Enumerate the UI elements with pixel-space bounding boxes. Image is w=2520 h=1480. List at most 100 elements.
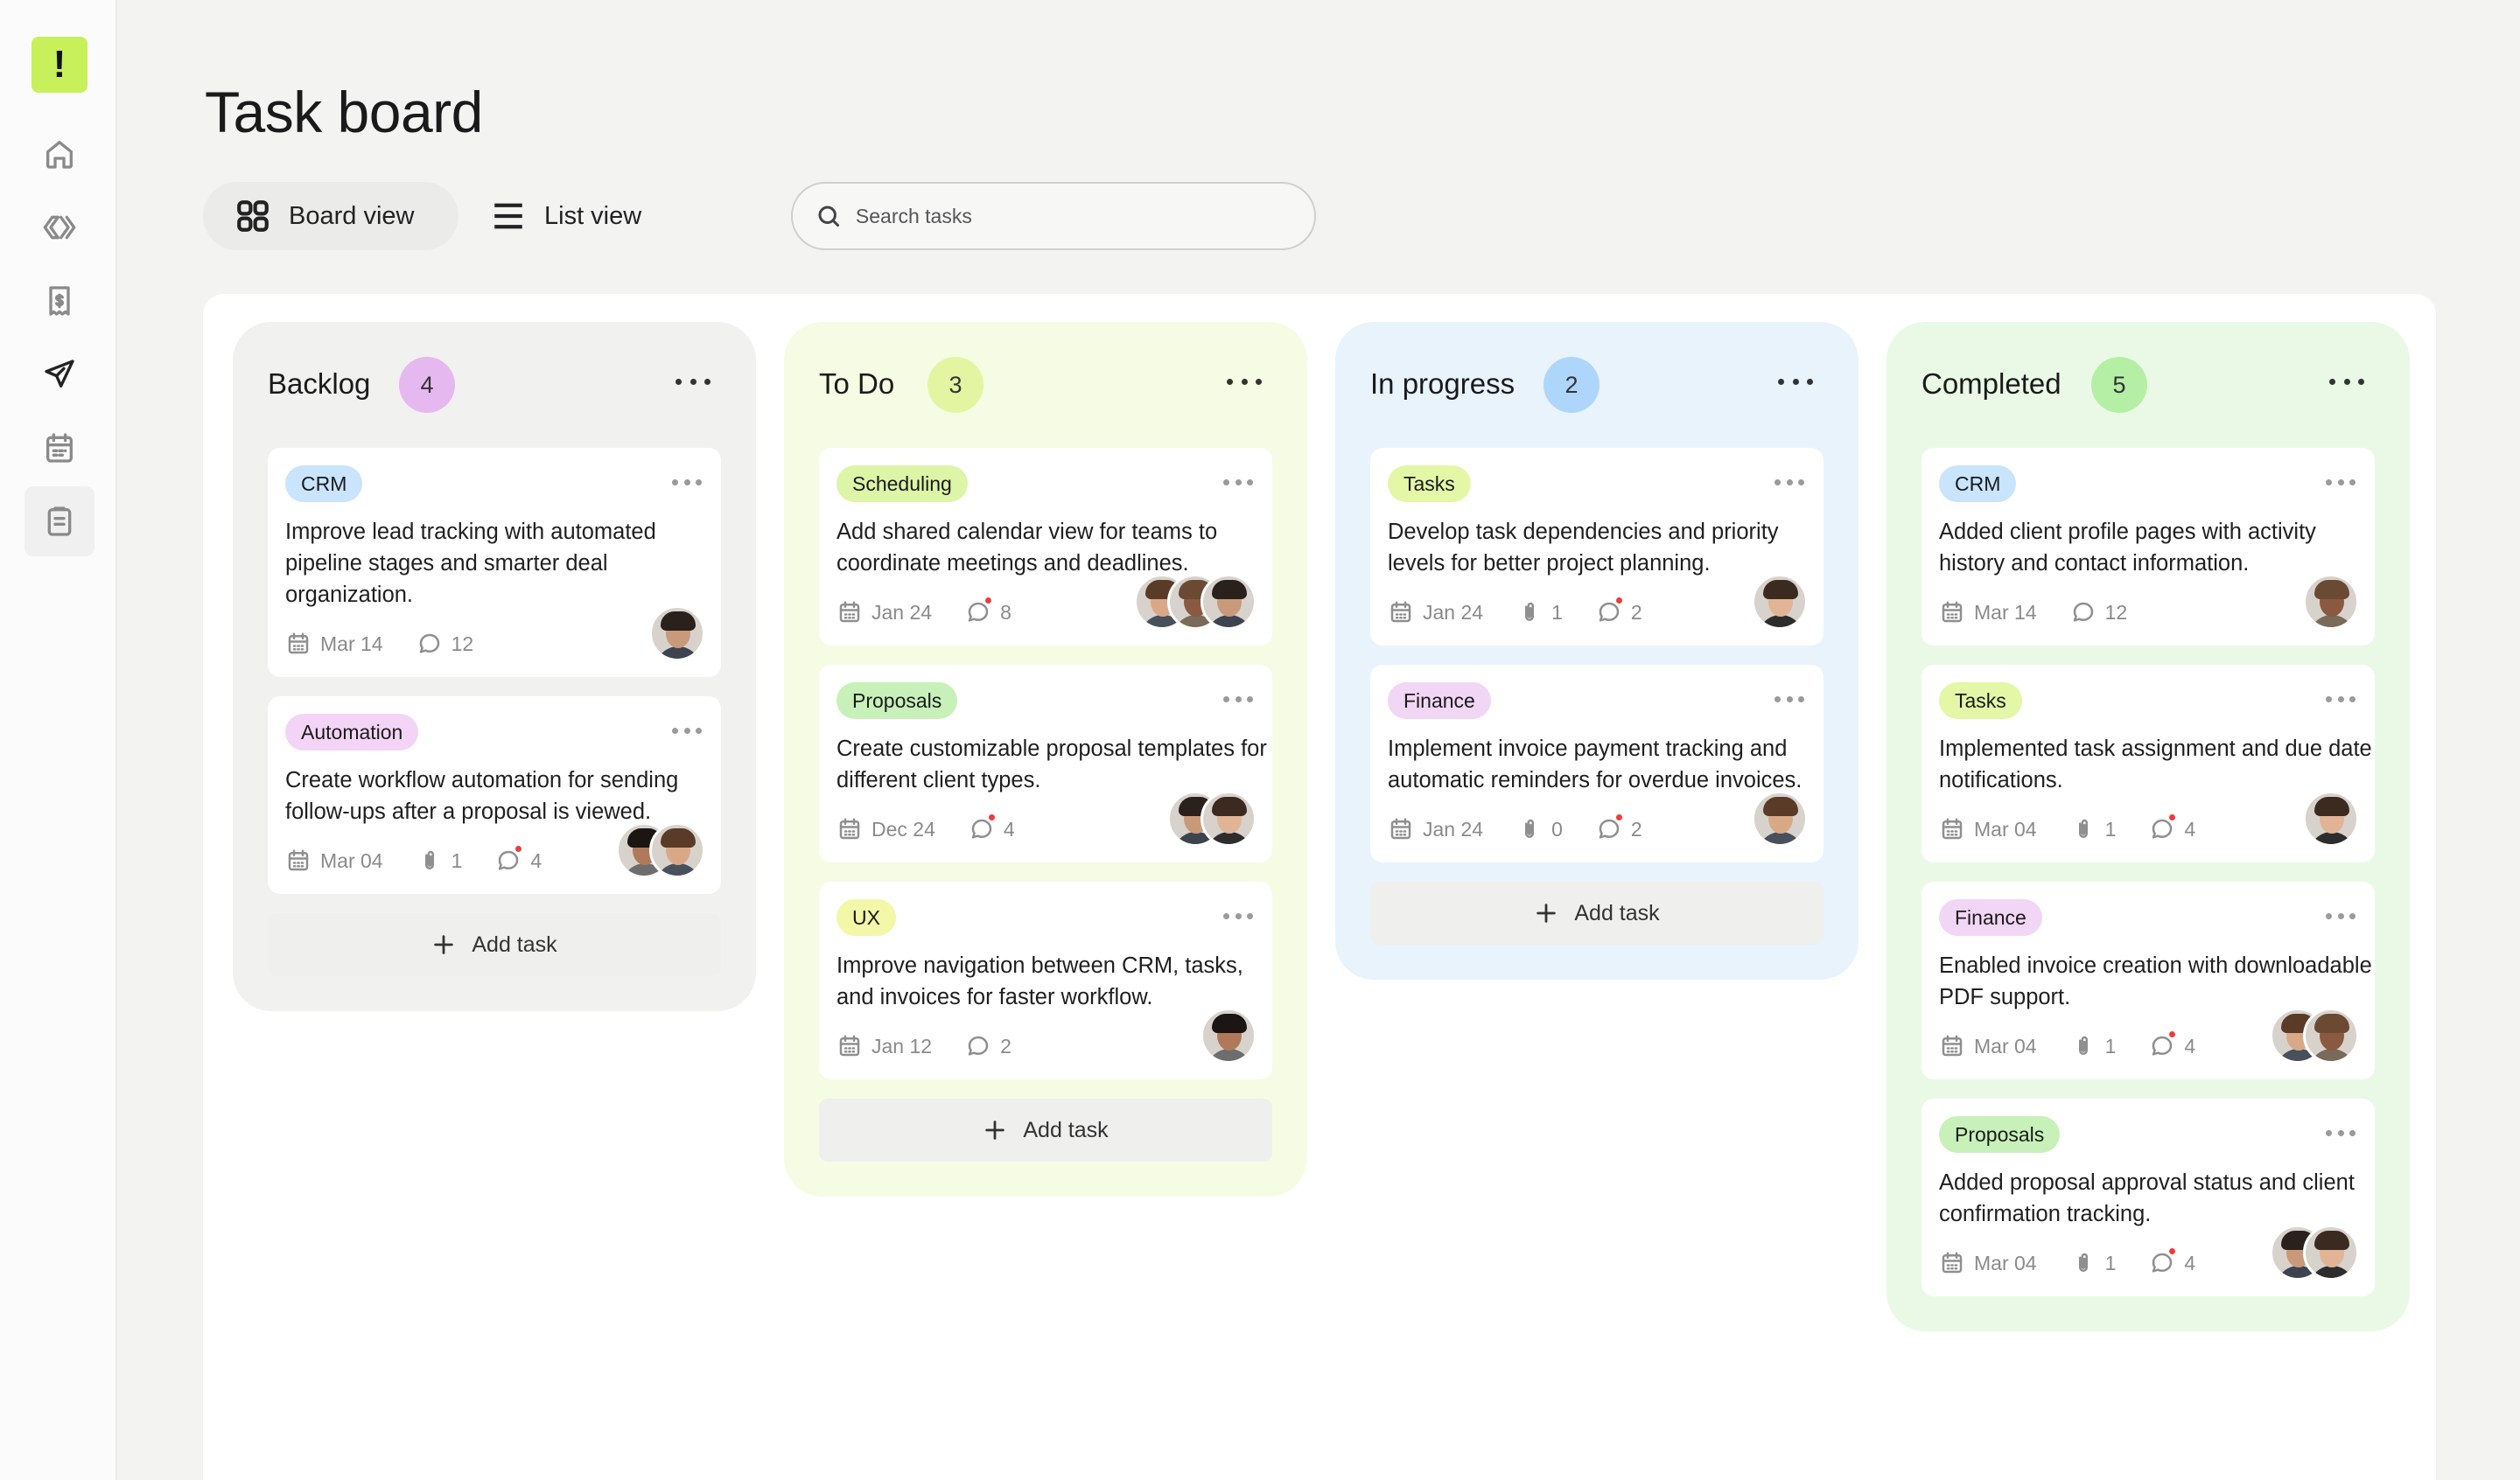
sidebar-item-invoices[interactable]	[24, 266, 94, 336]
card-more-icon[interactable]	[2326, 478, 2356, 486]
card-more-icon[interactable]	[1774, 478, 1804, 486]
comments[interactable]: 4	[969, 813, 1015, 842]
comments[interactable]: 4	[2149, 1030, 2195, 1059]
avatar[interactable]	[1200, 791, 1256, 847]
column-to-do: To Do 3 Scheduling Add shared calendar view…	[784, 322, 1307, 1197]
task-card[interactable]: CRM Added client profile pages with activ…	[1922, 448, 2375, 646]
task-description: Create customizable proposal templates f…	[836, 737, 1267, 792]
avatar[interactable]	[649, 605, 705, 661]
assignees[interactable]	[2303, 574, 2359, 630]
assignees[interactable]	[2270, 1008, 2359, 1064]
assignees[interactable]	[2270, 1225, 2359, 1281]
calendar-icon	[46, 433, 74, 463]
add-task-button[interactable]: Add task	[1370, 882, 1824, 945]
sidebar-item-proposals[interactable]	[24, 339, 94, 409]
calendar-icon	[1390, 601, 1411, 623]
avatar[interactable]	[1752, 574, 1808, 630]
attachments[interactable]: 1	[2070, 816, 2117, 842]
attachments[interactable]: 1	[2070, 1033, 2116, 1059]
assignees[interactable]	[1752, 574, 1808, 630]
avatar[interactable]	[1752, 791, 1808, 847]
task-tag: CRM	[285, 465, 363, 502]
task-card[interactable]: Proposals Create customizable proposal te…	[819, 665, 1272, 862]
assignees[interactable]	[1134, 574, 1256, 630]
task-tag: Tasks	[1388, 465, 1471, 502]
avatar[interactable]	[2303, 791, 2359, 847]
assignees[interactable]	[649, 605, 705, 661]
assignees[interactable]	[1200, 1008, 1256, 1064]
sidebar-item-calendar[interactable]	[24, 413, 94, 483]
app-logo[interactable]: !	[32, 37, 88, 93]
board-view-button[interactable]: Board view	[203, 182, 458, 250]
assignees[interactable]	[616, 822, 705, 878]
column-more-icon[interactable]	[2329, 371, 2364, 392]
column-backlog: Backlog 4 CRM Improve lead tracking with au…	[233, 322, 756, 1011]
column-more-icon[interactable]	[676, 371, 710, 392]
calendar-icon	[1942, 818, 1963, 840]
card-more-icon[interactable]	[1223, 695, 1253, 703]
attachments[interactable]: 0	[1516, 816, 1563, 842]
assignees[interactable]	[1752, 791, 1808, 847]
attachments[interactable]: 1	[416, 848, 462, 874]
due-date-text: Jan 24	[1423, 817, 1484, 841]
comments[interactable]: 4	[2149, 1246, 2195, 1276]
card-more-icon[interactable]	[672, 726, 702, 735]
avatar[interactable]	[2303, 1008, 2359, 1064]
sidebar-item-tasks[interactable]	[24, 486, 94, 556]
card-more-icon[interactable]	[1223, 911, 1253, 920]
comments[interactable]: 4	[2149, 813, 2195, 842]
column-title: In progress	[1370, 367, 1516, 400]
column-more-icon[interactable]	[1778, 371, 1813, 392]
avatar[interactable]	[2303, 1225, 2359, 1281]
task-tag: UX	[836, 899, 896, 936]
attachment-count: 1	[1551, 600, 1563, 624]
due-date-text: Mar 04	[320, 848, 383, 872]
search-box[interactable]	[791, 182, 1316, 250]
column-more-icon[interactable]	[1227, 371, 1262, 392]
comments[interactable]: 12	[2070, 599, 2127, 625]
attachments[interactable]: 1	[2070, 1250, 2116, 1276]
add-task-button[interactable]: Add task	[268, 913, 721, 976]
task-card[interactable]: Scheduling Add shared calendar view for t…	[819, 448, 1272, 646]
card-more-icon[interactable]	[1223, 478, 1253, 486]
card-more-icon[interactable]	[1774, 695, 1804, 703]
avatar[interactable]	[1200, 574, 1256, 630]
task-card[interactable]: CRM Improve lead tracking with automated …	[268, 448, 721, 677]
assignees[interactable]	[1167, 791, 1256, 847]
comments[interactable]: 8	[965, 596, 1012, 625]
task-card[interactable]: Automation Create workflow automation for…	[268, 696, 721, 894]
comments[interactable]: 2	[1596, 813, 1642, 842]
task-card[interactable]: Finance Implement invoice payment trackin…	[1370, 665, 1824, 862]
assignees[interactable]	[2303, 791, 2359, 847]
card-more-icon[interactable]	[672, 478, 702, 486]
sidebar-item-home[interactable]	[24, 119, 94, 189]
task-card[interactable]: Tasks Implemented task assignment and due…	[1922, 665, 2375, 862]
attachment-count: 1	[2104, 817, 2117, 841]
column-count-badge: 4	[399, 357, 455, 413]
add-task-button[interactable]: Add task	[819, 1099, 1272, 1162]
comments[interactable]: 2	[1596, 596, 1642, 625]
search-input[interactable]	[855, 204, 1292, 228]
paperclip-icon	[1525, 602, 1535, 621]
task-meta: Mar 04 1 4	[1939, 813, 2357, 845]
task-card[interactable]: UX Improve navigation between CRM, tasks,…	[819, 882, 1272, 1079]
task-card[interactable]: Tasks Develop task dependencies and prior…	[1370, 448, 1824, 646]
comments[interactable]: 2	[965, 1033, 1012, 1059]
card-more-icon[interactable]	[2326, 1128, 2356, 1137]
sidebar-item-pipeline[interactable]	[24, 192, 94, 262]
task-card[interactable]: Finance Enabled invoice creation with dow…	[1922, 882, 2375, 1079]
column-title: Completed	[1922, 367, 2062, 400]
avatar[interactable]	[1200, 1008, 1256, 1064]
due-date-text: Mar 04	[1974, 1251, 2037, 1274]
list-view-button[interactable]: List view	[458, 182, 673, 250]
avatar[interactable]	[2303, 574, 2359, 630]
card-more-icon[interactable]	[2326, 911, 2356, 920]
attachments[interactable]: 1	[1516, 599, 1563, 625]
comments[interactable]: 4	[495, 844, 542, 874]
due-date: Mar 14	[285, 631, 383, 657]
card-more-icon[interactable]	[2326, 695, 2356, 703]
task-card[interactable]: Proposals Added proposal approval status …	[1922, 1099, 2375, 1296]
avatar[interactable]	[649, 822, 705, 878]
comments[interactable]: 12	[416, 631, 473, 657]
unread-dot	[1614, 596, 1624, 605]
